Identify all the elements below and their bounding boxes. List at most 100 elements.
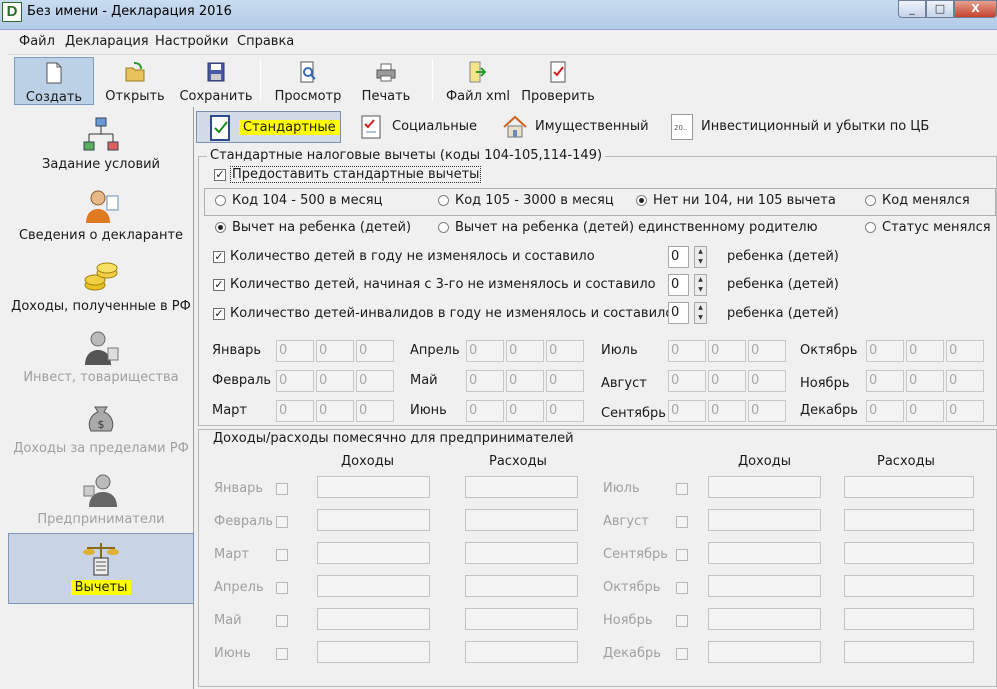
third-child-spinner[interactable]: ▲ ▼ [694, 274, 707, 296]
children-count-spinner[interactable]: ▲ ▼ [694, 246, 707, 268]
standard-month-input[interactable]: 0 [356, 340, 394, 362]
standard-month-input[interactable]: 0 [276, 400, 314, 422]
entrepreneur-month-checkbox[interactable] [676, 549, 688, 561]
children-count-checkbox[interactable]: ✓ [213, 251, 225, 263]
disabled-children-input[interactable]: 0 [668, 302, 689, 324]
standard-month-input[interactable]: 0 [506, 400, 544, 422]
entrepreneur-income-input[interactable] [317, 575, 430, 597]
menu-file[interactable]: Файл [19, 34, 55, 49]
standard-month-input[interactable]: 0 [668, 340, 706, 362]
entrepreneur-month-checkbox[interactable] [676, 648, 688, 660]
entrepreneur-income-input[interactable] [708, 476, 821, 498]
third-child-checkbox[interactable]: ✓ [213, 279, 225, 291]
standard-month-input[interactable]: 0 [748, 400, 786, 422]
entrepreneur-month-checkbox[interactable] [276, 582, 288, 594]
entrepreneur-income-input[interactable] [317, 509, 430, 531]
print-button[interactable]: Печать [356, 57, 416, 105]
standard-month-input[interactable]: 0 [316, 370, 354, 392]
radio-child-deduction[interactable] [215, 222, 226, 233]
entrepreneur-expense-input[interactable] [465, 542, 578, 564]
standard-month-input[interactable]: 0 [466, 400, 504, 422]
menu-help[interactable]: Справка [237, 34, 294, 49]
entrepreneur-expense-input[interactable] [465, 575, 578, 597]
provide-standard-checkbox[interactable]: ✓ [214, 169, 226, 181]
maximize-button[interactable]: □ [926, 0, 954, 18]
standard-month-input[interactable]: 0 [668, 400, 706, 422]
standard-month-input[interactable]: 0 [546, 370, 584, 392]
check-button[interactable]: Проверить [520, 57, 596, 105]
entrepreneur-expense-input[interactable] [844, 542, 974, 564]
standard-month-input[interactable]: 0 [356, 400, 394, 422]
tab-social[interactable]: Социальные [350, 111, 480, 143]
standard-month-input[interactable]: 0 [668, 370, 706, 392]
standard-month-input[interactable]: 0 [708, 370, 746, 392]
preview-button[interactable]: Просмотр [268, 57, 348, 105]
standard-month-input[interactable]: 0 [866, 370, 904, 392]
standard-month-input[interactable]: 0 [708, 400, 746, 422]
nav-deductions[interactable]: Вычеты [8, 533, 194, 604]
entrepreneur-month-checkbox[interactable] [276, 615, 288, 627]
radio-no-104-105[interactable] [636, 195, 647, 206]
disabled-children-checkbox[interactable]: ✓ [213, 308, 225, 320]
standard-month-input[interactable]: 0 [546, 400, 584, 422]
entrepreneur-month-checkbox[interactable] [676, 516, 688, 528]
standard-month-input[interactable]: 0 [546, 340, 584, 362]
nav-entrepreneurs[interactable]: Предприниматели [8, 466, 194, 536]
standard-month-input[interactable]: 0 [906, 400, 944, 422]
minimize-button[interactable]: _ [898, 0, 926, 18]
entrepreneur-income-input[interactable] [317, 476, 430, 498]
entrepreneur-income-input[interactable] [708, 575, 821, 597]
entrepreneur-expense-input[interactable] [465, 641, 578, 663]
save-button[interactable]: Сохранить [178, 57, 254, 105]
radio-code-changed[interactable] [865, 195, 876, 206]
standard-month-input[interactable]: 0 [316, 340, 354, 362]
entrepreneur-income-input[interactable] [708, 608, 821, 630]
standard-month-input[interactable]: 0 [906, 340, 944, 362]
entrepreneur-month-checkbox[interactable] [676, 483, 688, 495]
entrepreneur-expense-input[interactable] [465, 476, 578, 498]
menu-declaration[interactable]: Декларация [65, 34, 149, 49]
entrepreneur-income-input[interactable] [317, 542, 430, 564]
standard-month-input[interactable]: 0 [866, 400, 904, 422]
entrepreneur-month-checkbox[interactable] [276, 549, 288, 561]
entrepreneur-month-checkbox[interactable] [276, 516, 288, 528]
entrepreneur-expense-input[interactable] [844, 575, 974, 597]
standard-month-input[interactable]: 0 [708, 340, 746, 362]
entrepreneur-income-input[interactable] [317, 608, 430, 630]
nav-foreign-income[interactable]: $ Доходы за пределами РФ [8, 395, 194, 465]
nav-investments[interactable]: Инвест, товарищества [8, 324, 194, 394]
standard-month-input[interactable]: 0 [946, 370, 984, 392]
standard-month-input[interactable]: 0 [276, 370, 314, 392]
standard-month-input[interactable]: 0 [356, 370, 394, 392]
standard-month-input[interactable]: 0 [466, 370, 504, 392]
entrepreneur-expense-input[interactable] [844, 509, 974, 531]
entrepreneur-month-checkbox[interactable] [676, 615, 688, 627]
nav-declarant-info[interactable]: Сведения о декларанте [8, 182, 194, 252]
standard-month-input[interactable]: 0 [906, 370, 944, 392]
radio-code-105[interactable] [438, 195, 449, 206]
standard-month-input[interactable]: 0 [946, 340, 984, 362]
entrepreneur-income-input[interactable] [708, 509, 821, 531]
standard-month-input[interactable]: 0 [276, 340, 314, 362]
standard-month-input[interactable]: 0 [946, 400, 984, 422]
entrepreneur-income-input[interactable] [317, 641, 430, 663]
nav-income-rf[interactable]: Доходы, полученные в РФ [8, 253, 194, 323]
standard-month-input[interactable]: 0 [748, 370, 786, 392]
radio-code-104[interactable] [215, 195, 226, 206]
entrepreneur-income-input[interactable] [708, 641, 821, 663]
tab-standard[interactable]: Стандартные [196, 111, 341, 143]
nav-conditions[interactable]: Задание условий [8, 111, 194, 181]
entrepreneur-income-input[interactable] [708, 542, 821, 564]
children-count-input[interactable]: 0 [668, 246, 689, 268]
close-button[interactable]: X [954, 0, 997, 18]
entrepreneur-month-checkbox[interactable] [276, 648, 288, 660]
entrepreneur-expense-input[interactable] [465, 608, 578, 630]
radio-single-parent[interactable] [438, 222, 449, 233]
standard-month-input[interactable]: 0 [316, 400, 354, 422]
entrepreneur-month-checkbox[interactable] [676, 582, 688, 594]
entrepreneur-expense-input[interactable] [465, 509, 578, 531]
create-button[interactable]: Создать [14, 57, 94, 105]
xml-file-button[interactable]: Файл xml [440, 57, 516, 105]
tab-investment[interactable]: 20.. Инвестиционный и убытки по ЦБ [668, 111, 929, 143]
standard-month-input[interactable]: 0 [466, 340, 504, 362]
